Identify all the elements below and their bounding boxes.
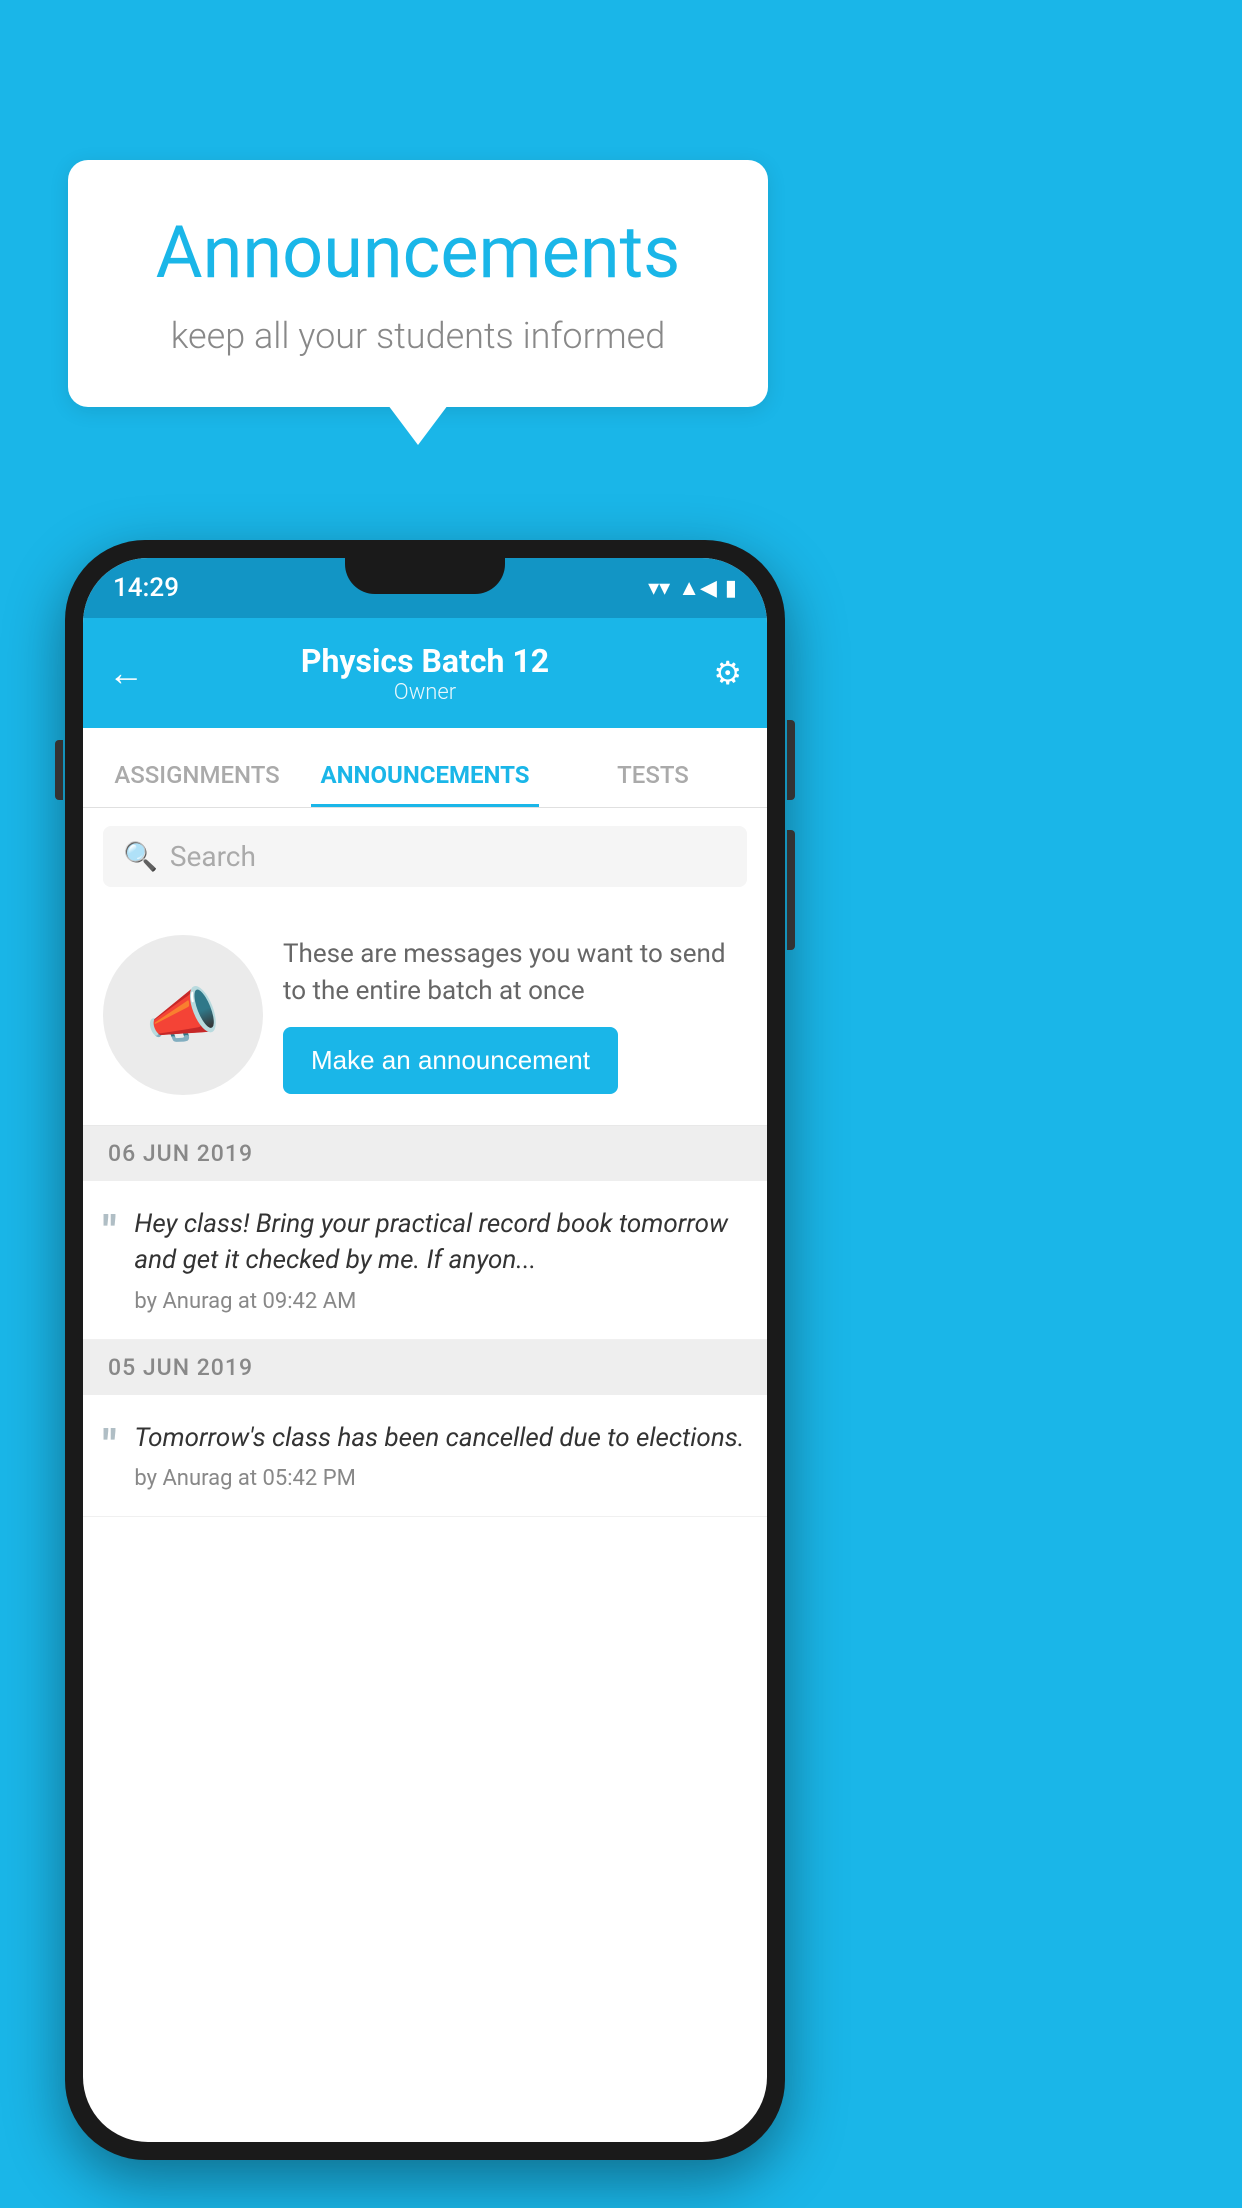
announcement-content-2: Tomorrow's class has been cancelled due … <box>134 1420 747 1491</box>
date-divider-2: 05 JUN 2019 <box>83 1340 767 1395</box>
make-announcement-button[interactable]: Make an announcement <box>283 1027 618 1094</box>
search-bar[interactable]: 🔍 Search <box>103 826 747 887</box>
phone-side-button-right-bottom <box>787 830 795 950</box>
phone-container: 14:29 ▾▾ ▲◀ ▮ ← Physics Batch 12 Owner ⚙… <box>65 540 785 2160</box>
gear-icon[interactable]: ⚙ <box>713 654 742 692</box>
search-container: 🔍 Search <box>83 808 767 905</box>
tab-announcements[interactable]: ANNOUNCEMENTS <box>311 761 539 807</box>
megaphone-icon: 📣 <box>146 980 221 1051</box>
phone-notch <box>345 558 505 594</box>
header-title: Physics Batch 12 <box>301 642 549 680</box>
phone-side-button-left <box>55 740 63 800</box>
announcement-content-1: Hey class! Bring your practical record b… <box>134 1206 747 1314</box>
announcement-meta-2: by Anurag at 05:42 PM <box>134 1466 747 1491</box>
phone-screen: 14:29 ▾▾ ▲◀ ▮ ← Physics Batch 12 Owner ⚙… <box>83 558 767 2142</box>
speech-bubble-title: Announcements <box>108 210 728 295</box>
header-subtitle: Owner <box>301 680 549 705</box>
wifi-icon: ▾▾ <box>648 576 670 601</box>
phone-frame: 14:29 ▾▾ ▲◀ ▮ ← Physics Batch 12 Owner ⚙… <box>65 540 785 2160</box>
speech-bubble-section: Announcements keep all your students inf… <box>68 160 768 407</box>
search-placeholder: Search <box>170 840 256 873</box>
announcement-item-1: " Hey class! Bring your practical record… <box>83 1181 767 1340</box>
back-button[interactable]: ← <box>108 652 144 694</box>
promo-description: These are messages you want to send to t… <box>283 936 747 1009</box>
signal-icon: ▲◀ <box>678 575 717 601</box>
search-icon: 🔍 <box>123 840 158 873</box>
quote-icon-2: " <box>103 1425 116 1467</box>
announcement-icon-circle: 📣 <box>103 935 263 1095</box>
promo-content: These are messages you want to send to t… <box>283 936 747 1094</box>
tabs-container: ASSIGNMENTS ANNOUNCEMENTS TESTS <box>83 728 767 808</box>
announcement-item-2: " Tomorrow's class has been cancelled du… <box>83 1395 767 1517</box>
battery-icon: ▮ <box>725 576 737 601</box>
tab-tests[interactable]: TESTS <box>539 761 767 807</box>
speech-bubble-subtitle: keep all your students informed <box>108 315 728 357</box>
announcement-meta-1: by Anurag at 09:42 AM <box>134 1289 747 1314</box>
quote-icon-1: " <box>103 1211 116 1253</box>
speech-bubble: Announcements keep all your students inf… <box>68 160 768 407</box>
header-center: Physics Batch 12 Owner <box>301 642 549 705</box>
announcement-text-2: Tomorrow's class has been cancelled due … <box>134 1420 747 1456</box>
tab-assignments[interactable]: ASSIGNMENTS <box>83 761 311 807</box>
date-divider-1: 06 JUN 2019 <box>83 1126 767 1181</box>
phone-side-button-right-top <box>787 720 795 800</box>
app-header: ← Physics Batch 12 Owner ⚙ <box>83 618 767 728</box>
promo-section: 📣 These are messages you want to send to… <box>83 905 767 1126</box>
announcement-text-1: Hey class! Bring your practical record b… <box>134 1206 747 1279</box>
status-time: 14:29 <box>113 573 179 603</box>
status-icons: ▾▾ ▲◀ ▮ <box>648 575 737 601</box>
